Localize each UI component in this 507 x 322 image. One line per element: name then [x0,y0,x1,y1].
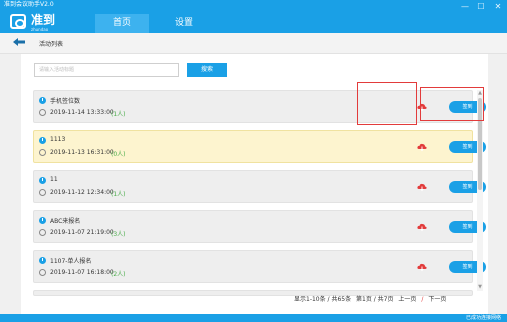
clock-icon [39,109,46,116]
tab-home[interactable]: 首页 [95,14,149,33]
annotation-box [357,82,417,125]
logo-text: 准到 [31,13,56,27]
info-circle-icon [39,97,46,104]
info-circle-icon [39,217,46,224]
attendee-count: (1人) [111,191,126,198]
clock-icon [39,189,46,196]
close-icon[interactable]: ✕ [493,2,503,12]
activity-name: 1107-单人报名 [50,258,92,265]
info-circle-icon [39,177,46,184]
cloud-download-icon[interactable] [417,143,427,152]
pagination: 显示1-10条 / 共65条 第1页 / 共7页 上一页 / 下一页 [291,294,446,306]
cloud-download-icon[interactable] [417,223,427,232]
activity-time: 2019-11-07 21:19:00 [50,229,114,236]
prev-page-link[interactable]: 上一页 [398,294,416,303]
attendee-count: (1人) [111,111,126,118]
activity-name: ABC来报名 [50,218,81,225]
list-item[interactable]: 1113 2019-11-13 16:31:00 (0人) 签到 [33,130,486,163]
tab-settings[interactable]: 设置 [164,14,204,33]
activity-time: 2019-11-07 16:18:00 [50,269,114,276]
pagination-page-info: 第1页 / 共7页 [356,296,394,303]
main-panel: 搜索 手机签位数 2019-11-14 13:33:00 (1人) 签到 111… [21,54,488,314]
search-input[interactable] [34,63,179,77]
minimize-icon[interactable]: — [460,2,470,12]
attendee-count: (3人) [111,231,126,238]
list-item[interactable]: 11 2019-11-12 12:34:00 (1人) 签到 [33,170,486,203]
page-title: 活动列表 [39,41,64,48]
activity-name: 1113 [50,136,66,143]
activity-time: 2019-11-13 16:31:00 [50,149,114,156]
activity-time: 2019-11-12 12:34:00 [50,189,114,196]
window-title: 准到会议助手V2.0 [4,1,54,8]
search-button[interactable]: 搜索 [187,63,227,77]
cloud-download-icon[interactable] [417,263,427,272]
arrow-left-icon[interactable] [12,37,26,47]
clock-icon [39,269,46,276]
logo-icon [10,14,26,29]
next-page-link[interactable]: 下一页 [428,294,446,303]
info-circle-icon [39,257,46,264]
activity-name: 11 [50,176,58,183]
status-text: 已成功连接网络 [465,315,501,321]
app-header: 准到会议助手V2.0 — ☐ ✕ 准到 zhundao 首页 设置 [0,0,507,33]
attendee-count: (2人) [111,271,126,278]
list-item[interactable]: 1107-单人报名 2019-11-07 16:18:00 (2人) 签到 [33,250,486,283]
breadcrumb: 活动列表 [0,33,507,54]
attendee-count: (0人) [111,151,126,158]
clock-icon [39,149,46,156]
scroll-down-icon[interactable]: ▼ [477,284,483,290]
cloud-download-icon[interactable] [417,183,427,192]
activity-name: 手机签位数 [50,98,81,105]
status-bar: 已成功连接网络 [0,314,507,322]
list-item[interactable]: ABC来报名 2019-11-07 21:19:00 (3人) 签到 [33,210,486,243]
logo-subtext: zhundao [31,27,49,32]
pagination-summary: 显示1-10条 / 共65条 [294,296,352,303]
annotation-box [420,87,484,121]
info-circle-icon [39,137,46,144]
maximize-icon[interactable]: ☐ [476,2,486,12]
clock-icon [39,229,46,236]
pagination-separator: / [421,296,424,303]
activity-time: 2019-11-14 13:33:00 [50,109,114,116]
